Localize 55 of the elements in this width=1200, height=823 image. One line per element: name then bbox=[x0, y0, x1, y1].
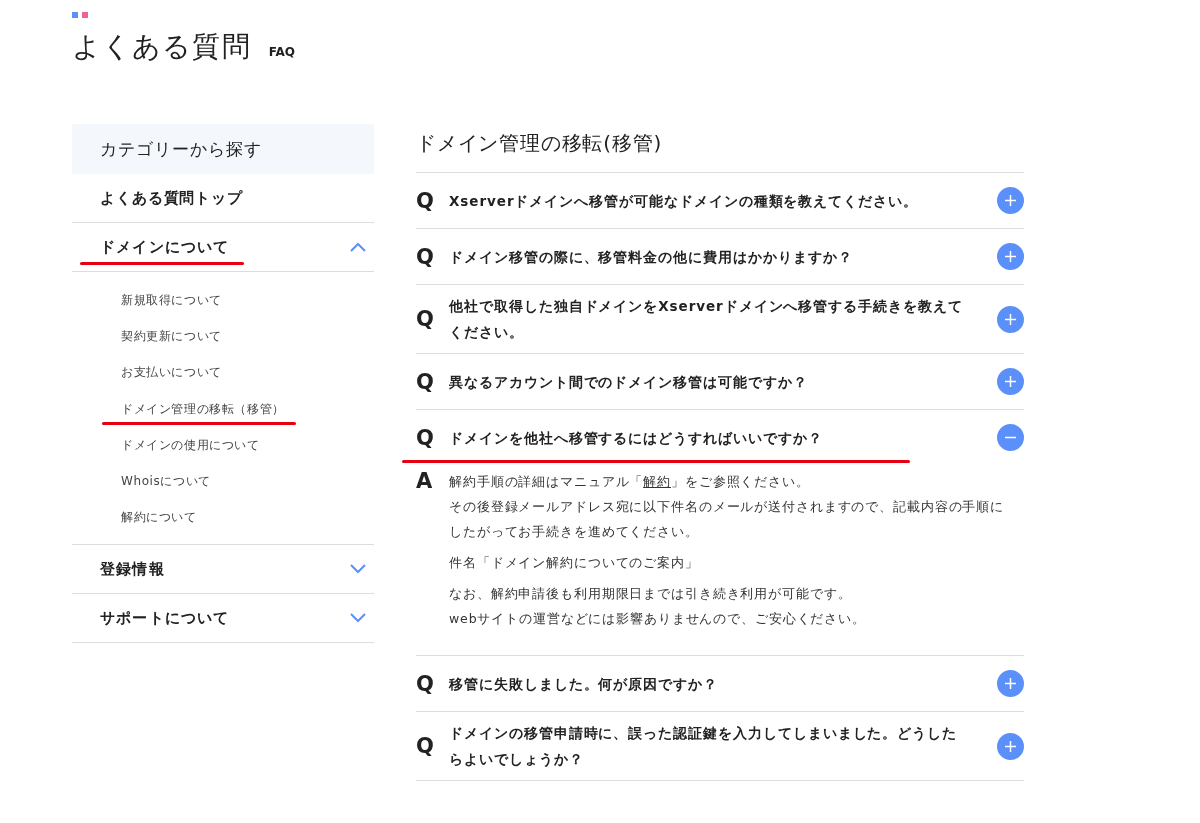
page-subtitle: FAQ bbox=[268, 45, 296, 59]
faq-question-row[interactable]: Q 他社で取得した独自ドメインをXserverドメインへ移管する手続きを教えてください。 bbox=[416, 285, 1024, 353]
faq-question-row[interactable]: Q ドメインの移管申請時に、誤った認証鍵を入力してしまいました。どうしたらよいでしょうか？ bbox=[416, 712, 1024, 780]
category-label: サポートについて bbox=[100, 608, 230, 628]
q-mark: Q bbox=[416, 188, 435, 213]
faq-question-row[interactable]: Q ドメイン移管の際に、移管料金の他に費用はかかりますか？ bbox=[416, 229, 1024, 284]
category-toggle[interactable]: 登録情報 bbox=[72, 545, 374, 594]
toggle-icon bbox=[997, 305, 1024, 333]
toggle-icon bbox=[997, 368, 1024, 395]
q-mark: Q bbox=[416, 671, 435, 696]
subcategory-link[interactable]: 契約更新について bbox=[121, 327, 222, 345]
subcategory-link[interactable]: Whoisについて bbox=[121, 473, 211, 491]
q-mark: Q bbox=[416, 425, 435, 450]
manual-link[interactable]: 解約 bbox=[643, 474, 671, 489]
faq-question-row[interactable]: Q Xserverドメインへ移管が可能なドメインの種類を教えてください。 bbox=[416, 173, 1024, 228]
sidebar-header: カテゴリーから探す bbox=[72, 124, 374, 174]
sidebar-link[interactable]: よくある質問トップ bbox=[72, 174, 374, 223]
question-text: ドメインの移管申請時に、誤った認証鍵を入力してしまいました。どうしたらよいでしょうか？ bbox=[449, 724, 959, 769]
subcategory-link[interactable]: 新規取得について bbox=[121, 291, 222, 309]
category-label: ドメインについて bbox=[100, 237, 230, 257]
subcategory-link[interactable]: 解約について bbox=[121, 509, 197, 527]
toggle-icon bbox=[997, 732, 1024, 760]
category-toggle[interactable]: ドメインについて bbox=[72, 223, 374, 271]
subcategory-link[interactable]: お支払いについて bbox=[121, 364, 222, 382]
question-text: 異なるアカウント間でのドメイン移管は可能ですか？ bbox=[449, 372, 809, 392]
answer-paragraph: 件名「ドメイン解約についてのご案内」 bbox=[449, 554, 700, 572]
chevron-icon bbox=[350, 613, 366, 624]
toggle-icon bbox=[997, 424, 1024, 451]
section-title: ドメイン管理の移転(移管) bbox=[416, 130, 663, 157]
faq-question-row[interactable]: Q ドメインを他社へ移管するにはどうすればいいですか？ bbox=[416, 410, 1024, 465]
category-label: 登録情報 bbox=[100, 559, 165, 579]
category-toggle[interactable]: サポートについて bbox=[72, 594, 374, 643]
faq-question-row[interactable]: Q 移管に失敗しました。何が原因ですか？ bbox=[416, 656, 1024, 711]
question-text: 他社で取得した独自ドメインをXserverドメインへ移管する手続きを教えてください。 bbox=[449, 297, 964, 342]
chevron-icon bbox=[350, 564, 366, 575]
question-text: Xserverドメインへ移管が可能なドメインの種類を教えてください。 bbox=[449, 191, 919, 211]
answer-paragraph: なお、解約申請後も利用期限日までは引き続き利用が可能です。 webサイトの運営などには影響ありませんので、ご安心ください。 bbox=[449, 585, 867, 628]
a-mark: A bbox=[416, 469, 434, 495]
question-text: 移管に失敗しました。何が原因ですか？ bbox=[449, 674, 719, 694]
page-title: よくある質問 bbox=[72, 29, 251, 65]
q-mark: Q bbox=[416, 734, 435, 758]
chevron-icon bbox=[350, 242, 366, 252]
subcategory-link[interactable]: ドメイン管理の移転（移管） bbox=[121, 400, 285, 418]
q-mark: Q bbox=[416, 307, 435, 331]
faq-question-row[interactable]: Q 異なるアカウント間でのドメイン移管は可能ですか？ bbox=[416, 354, 1024, 409]
subcategory-link[interactable]: ドメインの使用について bbox=[121, 436, 260, 454]
toggle-icon bbox=[997, 187, 1024, 214]
question-text: ドメインを他社へ移管するにはどうすればいいですか？ bbox=[449, 428, 824, 448]
q-mark: Q bbox=[416, 244, 435, 269]
logo-dots-icon bbox=[72, 12, 88, 18]
q-mark: Q bbox=[416, 369, 435, 394]
toggle-icon bbox=[997, 243, 1024, 270]
toggle-icon bbox=[997, 670, 1024, 697]
answer-paragraph: 解約手順の詳細はマニュアル「解約」をご参照ください。 その後登録メールアドレス宛に以下件名のメールが送付されますので、記載内容の手順にしたがってお手続きを進めてください。 bbox=[449, 473, 1005, 541]
question-text: ドメイン移管の際に、移管料金の他に費用はかかりますか？ bbox=[449, 247, 854, 267]
